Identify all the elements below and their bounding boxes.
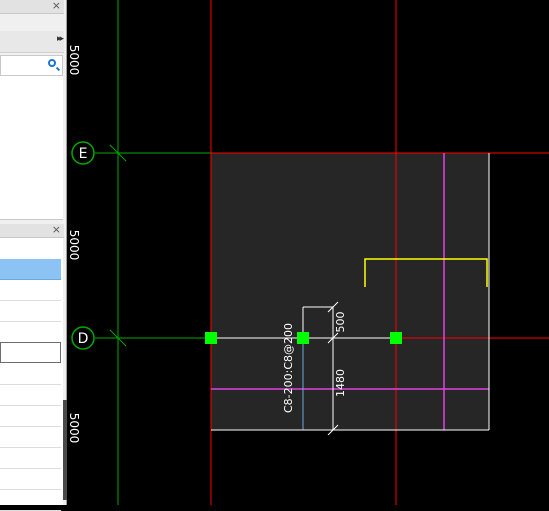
grip-handle-right[interactable]	[390, 332, 402, 344]
grip-handle-left[interactable]	[205, 332, 217, 344]
cad-drawing: E D 5000 5000 5000 C8-200:C8@200 500 148…	[67, 0, 549, 505]
property-row[interactable]	[0, 301, 61, 322]
property-row[interactable]	[0, 427, 61, 448]
property-row[interactable]	[0, 385, 61, 406]
property-row[interactable]	[0, 490, 61, 511]
dimension-1480-label: 1480	[334, 369, 347, 397]
property-row[interactable]	[0, 469, 61, 490]
property-list	[0, 238, 63, 511]
property-row-selected[interactable]	[0, 259, 61, 280]
property-row[interactable]	[0, 364, 61, 385]
axis-span-dim-bottom: 5000	[67, 413, 81, 444]
panel-toolbar: ▸▸	[0, 31, 64, 53]
panel-close-button[interactable]: ×	[52, 0, 61, 13]
search-icon[interactable]	[48, 59, 56, 67]
panel-header-top: ×	[0, 0, 64, 14]
axis-label-d: D	[78, 331, 89, 347]
properties-close-button[interactable]: ×	[52, 223, 61, 237]
component-tree[interactable]	[0, 76, 63, 220]
property-row[interactable]	[0, 280, 61, 301]
axis-span-dim-top: 5000	[67, 45, 81, 76]
property-row[interactable]	[0, 448, 61, 469]
toolbar-more-arrows-icon[interactable]: ▸▸	[57, 34, 64, 44]
search-input[interactable]	[0, 55, 63, 76]
drawing-canvas[interactable]: E D 5000 5000 5000 C8-200:C8@200 500 148…	[67, 0, 549, 505]
axis-label-e: E	[79, 146, 88, 162]
panel-header-properties: ×	[0, 223, 64, 238]
dimension-500-label: 500	[334, 312, 347, 333]
property-row[interactable]	[0, 322, 61, 343]
rebar-spec-label[interactable]: C8-200:C8@200	[282, 323, 295, 413]
left-sidebar: × ▸▸ ×	[0, 0, 67, 511]
property-edit-field[interactable]	[0, 342, 61, 363]
axis-span-dim-mid: 5000	[67, 230, 81, 261]
property-row[interactable]	[0, 406, 61, 427]
grip-handle-mid[interactable]	[297, 332, 309, 344]
